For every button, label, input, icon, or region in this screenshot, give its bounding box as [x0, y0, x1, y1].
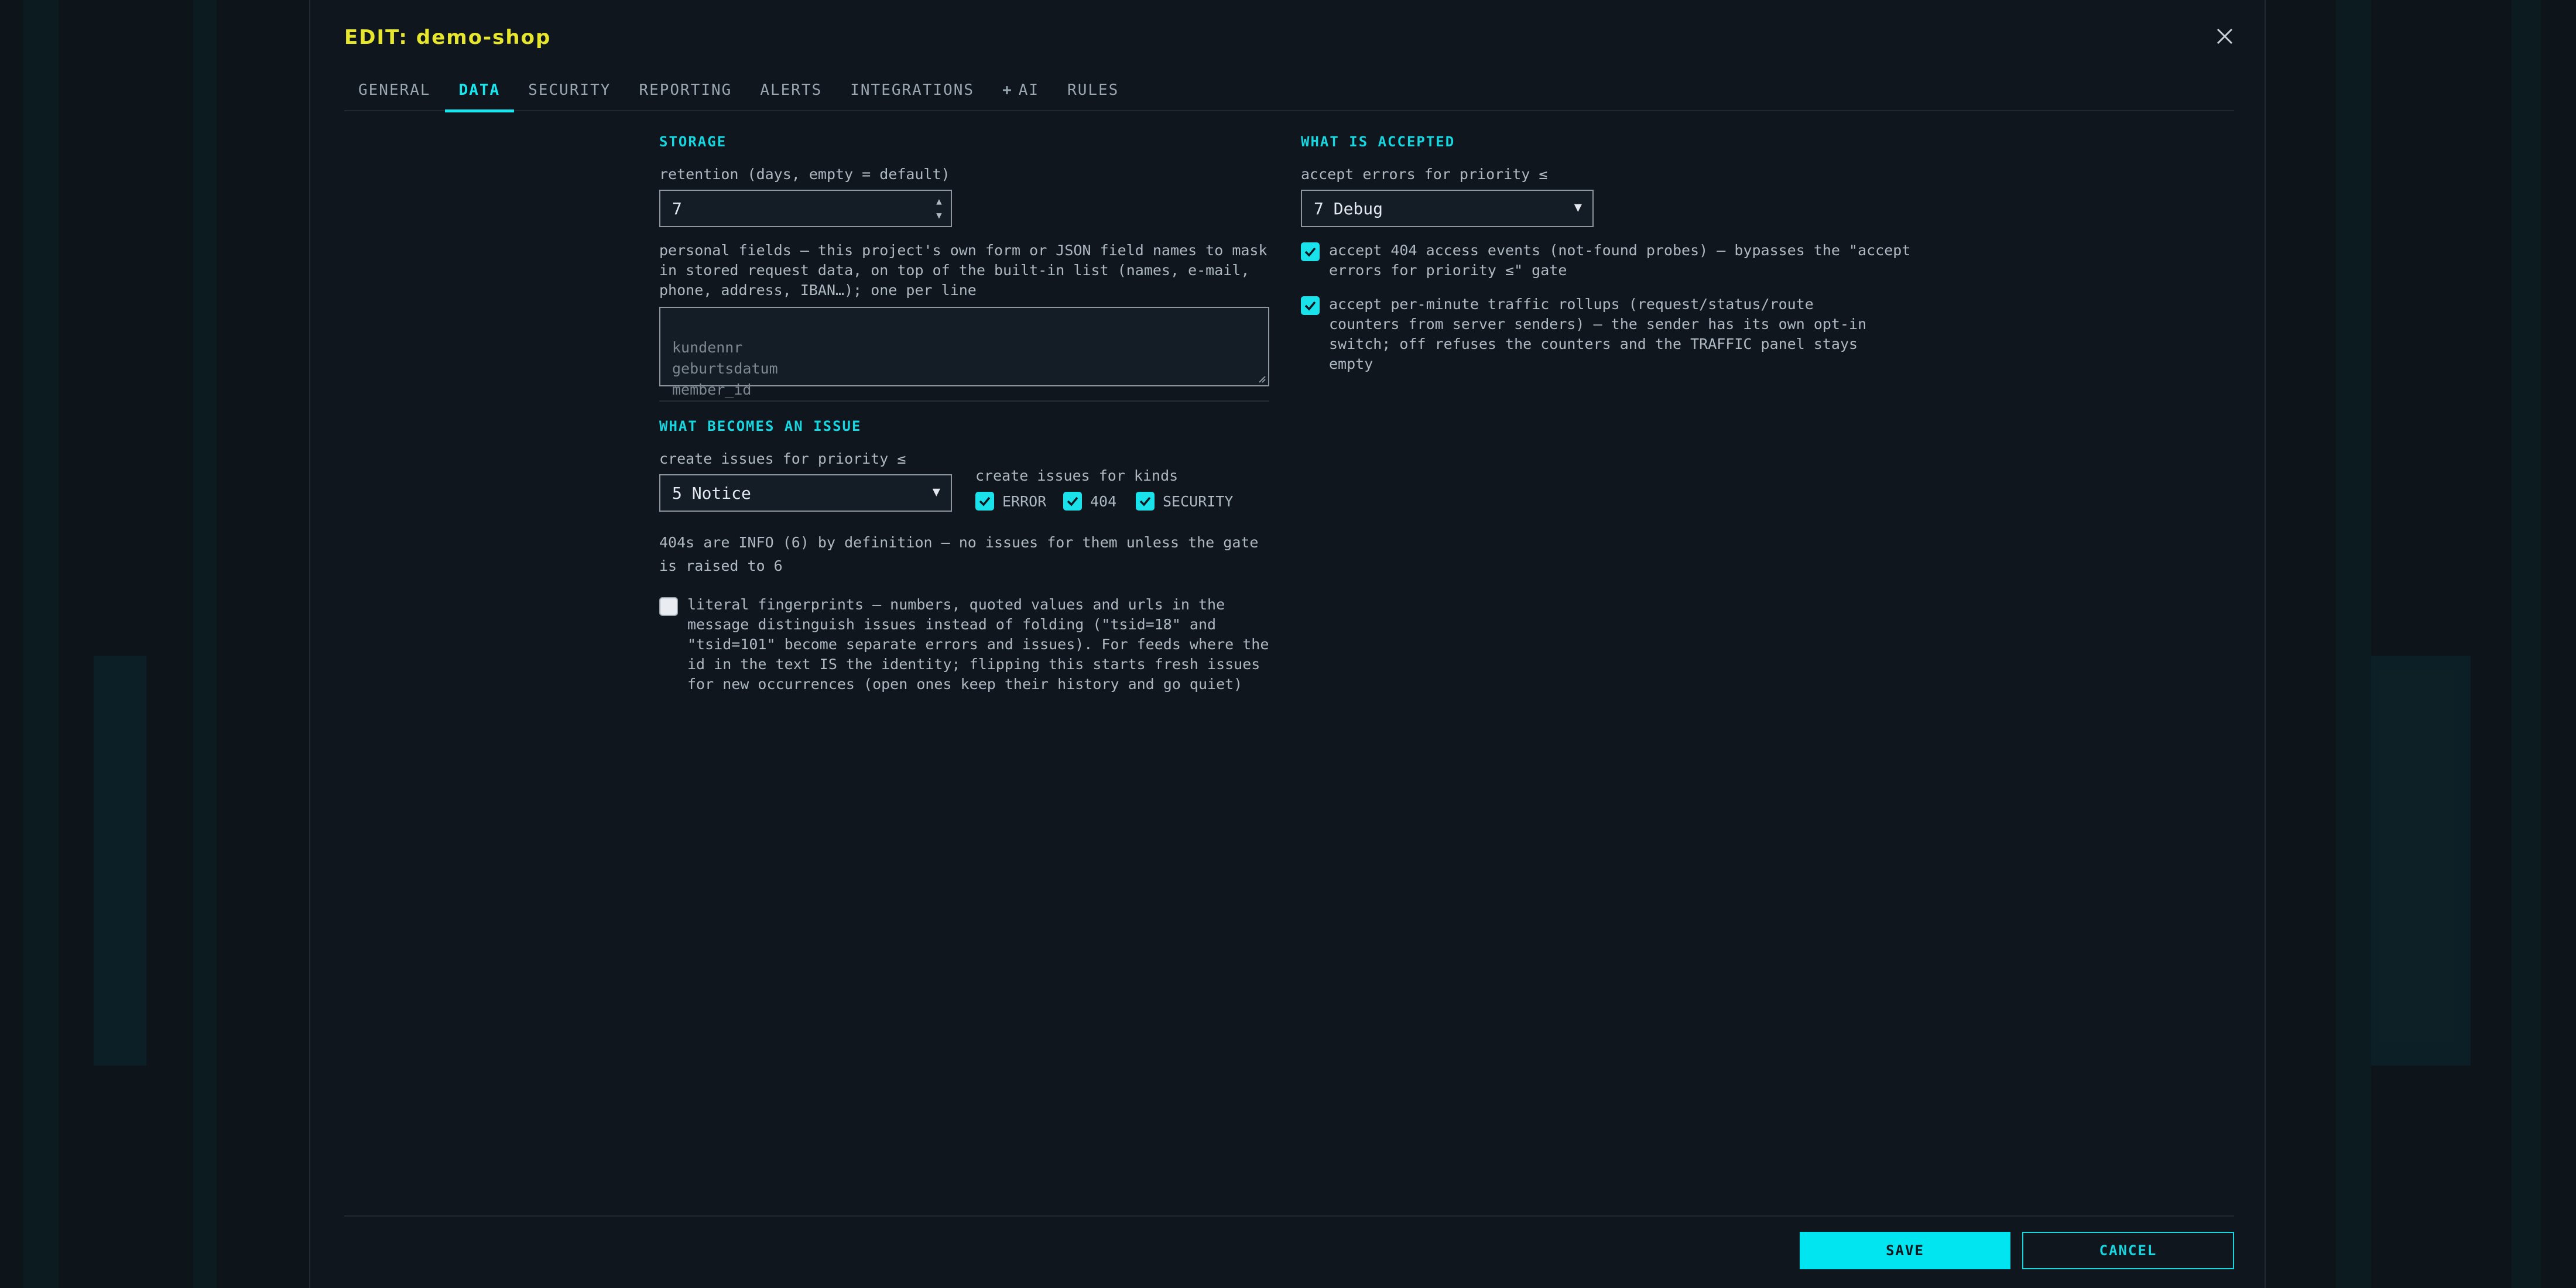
literal-fingerprints-label: literal fingerprints — numbers, quoted v…	[687, 596, 1269, 693]
retention-value: 7	[672, 198, 682, 218]
kind-error-label: ERROR	[1002, 493, 1047, 510]
backdrop-stripe	[2336, 0, 2371, 1288]
stepper-down-icon[interactable]: ▼	[931, 208, 947, 222]
tab-label: RULES	[1067, 81, 1119, 99]
retention-label: retention (days, empty = default)	[659, 166, 950, 183]
save-button[interactable]: SAVE	[1800, 1232, 2010, 1269]
close-button[interactable]	[2213, 25, 2236, 48]
kind-404-label: 404	[1090, 493, 1117, 510]
accept-404-checkbox[interactable]	[1301, 242, 1320, 261]
kind-404-checkbox[interactable]	[1063, 492, 1082, 511]
tab-label: GENERAL	[358, 81, 431, 99]
edit-dialog: EDIT: demo-shop GENERAL DATA SECURITY RE…	[309, 0, 2266, 1288]
checkmark-icon	[979, 496, 991, 506]
personal-fields-placeholder: kundennr geburtsdatum member_id	[672, 339, 778, 398]
footer-divider	[344, 1215, 2234, 1217]
literal-fingerprints-checkbox[interactable]	[659, 597, 678, 616]
resize-grip-icon[interactable]	[1256, 374, 1266, 383]
accept-404-label: accept 404 access events (not-found prob…	[1329, 242, 1911, 279]
caret-down-icon: ▼	[932, 485, 940, 499]
checkmark-icon	[1304, 247, 1316, 257]
kind-security-label: SECURITY	[1163, 493, 1234, 510]
tab-integrations[interactable]: INTEGRATIONS	[836, 69, 988, 111]
plus-icon: +	[1002, 81, 1013, 99]
issue-priority-select[interactable]: 5 Notice ▼	[659, 474, 952, 512]
accept-rollups-checkbox[interactable]	[1301, 296, 1320, 315]
retention-input[interactable]: 7 ▲ ▼	[659, 190, 952, 227]
accepted-section-title: WHAT IS ACCEPTED	[1301, 133, 1455, 150]
tab-alerts[interactable]: ALERTS	[746, 69, 836, 111]
cancel-button[interactable]: CANCEL	[2022, 1232, 2234, 1269]
section-divider	[659, 400, 1269, 402]
retention-stepper[interactable]: ▲ ▼	[931, 194, 947, 222]
checkmark-icon	[1067, 496, 1078, 506]
backdrop-stripe	[2512, 0, 2541, 1288]
backdrop-stripe	[2371, 656, 2471, 1066]
tab-ai[interactable]: + AI	[988, 69, 1053, 111]
backdrop-stripe	[193, 0, 217, 1288]
tab-label: AI	[1018, 81, 1040, 99]
accept-priority-value: 7 Debug	[1314, 198, 1383, 218]
kind-error-checkbox[interactable]	[975, 492, 994, 511]
checkmark-icon	[1304, 301, 1316, 311]
issue-priority-value: 5 Notice	[672, 483, 751, 503]
caret-down-icon: ▼	[1574, 200, 1582, 215]
tab-reporting[interactable]: REPORTING	[625, 69, 746, 111]
stepper-up-icon[interactable]: ▲	[931, 194, 947, 208]
cancel-label: CANCEL	[2099, 1242, 2157, 1259]
tab-security[interactable]: SECURITY	[514, 69, 625, 111]
tab-general[interactable]: GENERAL	[344, 69, 445, 111]
dialog-title: EDIT: demo-shop	[344, 26, 551, 49]
save-label: SAVE	[1886, 1242, 1924, 1259]
personal-fields-label: personal fields — this project's own for…	[659, 242, 1268, 299]
tab-label: INTEGRATIONS	[850, 81, 975, 99]
tab-bar: GENERAL DATA SECURITY REPORTING ALERTS I…	[344, 69, 2234, 112]
checkmark-icon	[1139, 496, 1151, 506]
storage-section-title: STORAGE	[659, 133, 727, 150]
close-icon	[2217, 28, 2233, 44]
personal-fields-textarea[interactable]: kundennr geburtsdatum member_id	[659, 307, 1269, 398]
accept-rollups-label: accept per-minute traffic rollups (reque…	[1329, 296, 1867, 372]
kind-security-checkbox[interactable]	[1136, 492, 1155, 511]
backdrop-stripe	[94, 656, 146, 1066]
tab-data[interactable]: DATA	[444, 69, 515, 112]
accept-priority-select[interactable]: 7 Debug ▼	[1301, 190, 1594, 227]
issue-section-title: WHAT BECOMES AN ISSUE	[659, 418, 862, 434]
issue-kinds-label: create issues for kinds	[975, 467, 1179, 484]
backdrop-stripe	[23, 0, 59, 1288]
tab-label: REPORTING	[639, 81, 732, 99]
issue-404-note: 404s are INFO (6) by definition — no iss…	[659, 534, 1259, 574]
tab-label: ALERTS	[760, 81, 823, 99]
tab-label: DATA	[458, 81, 501, 99]
tab-rules[interactable]: RULES	[1053, 69, 1133, 111]
issue-priority-label: create issues for priority ≤	[659, 450, 906, 467]
accept-priority-label: accept errors for priority ≤	[1301, 166, 1548, 183]
tab-label: SECURITY	[528, 81, 611, 99]
